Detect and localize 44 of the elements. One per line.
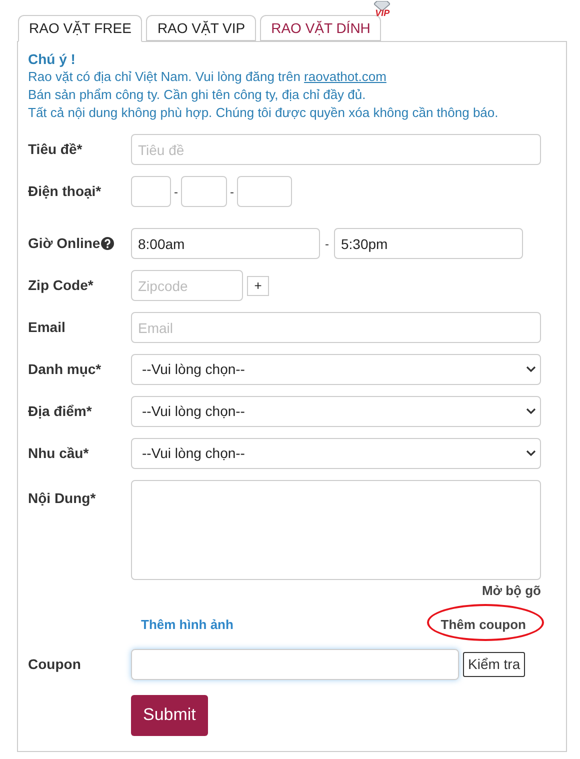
- website-link[interactable]: raovathot.com: [304, 69, 386, 84]
- field-label: Coupon: [28, 654, 81, 674]
- text-field[interactable]: Email: [131, 312, 541, 343]
- chevron-down-icon: [526, 366, 536, 373]
- field-label: Điện thoại*: [28, 182, 102, 201]
- phone-field[interactable]: [181, 176, 227, 207]
- notice-title: Chú ý !: [28, 50, 76, 68]
- notice-text: Tất cả nội dung không phù hợp. Chúng tôi được quyền xóa không cần thông báo.: [28, 104, 500, 122]
- separator: -: [324, 236, 330, 252]
- field-label: Địa điểm*: [28, 402, 92, 421]
- field-label: Tiêu đề*: [28, 140, 82, 159]
- select-dropdown[interactable]: --Vui lòng chọn--: [131, 354, 541, 385]
- check-button[interactable]: Kiểm tra: [463, 652, 526, 676]
- notice-text: Bán sản phẩm công ty. Cần ghi tên công ty, địa chỉ đầy đủ.: [28, 86, 367, 104]
- phone-field[interactable]: [131, 176, 171, 207]
- field-label: Nội Dung*: [28, 489, 96, 508]
- field-label: Email: [28, 318, 66, 337]
- zipcode-field[interactable]: Zipcode: [131, 270, 243, 301]
- separator: -: [173, 184, 179, 200]
- coupon-field[interactable]: [131, 648, 459, 680]
- chevron-down-icon: [526, 408, 536, 415]
- field-label: Zip Code*: [28, 276, 94, 295]
- separator: -: [229, 184, 235, 200]
- time-field[interactable]: 8:00am: [131, 228, 320, 259]
- text-field[interactable]: Tiêu đề: [131, 134, 541, 165]
- tab[interactable]: RAO VẶT VIP: [146, 15, 256, 41]
- field-label: Giờ Online: [28, 234, 100, 253]
- add-images-link[interactable]: Thêm hình ảnh: [141, 614, 234, 634]
- add-button[interactable]: +: [247, 276, 269, 296]
- tab[interactable]: RAO VẶT DÍNH: [260, 15, 382, 41]
- content-textarea[interactable]: [131, 480, 541, 580]
- chevron-down-icon: [526, 450, 536, 457]
- help-icon[interactable]: [101, 237, 114, 250]
- select-dropdown[interactable]: --Vui lòng chọn--: [131, 438, 541, 469]
- time-field[interactable]: 5:30pm: [334, 228, 523, 259]
- phone-field[interactable]: [237, 176, 292, 207]
- tab[interactable]: RAO VẶT FREE: [18, 15, 142, 42]
- notice-text: Rao vặt có địa chỉ Việt Nam. Vui lòng đăng trên raovathot.com: [28, 68, 388, 86]
- submit-button[interactable]: Submit: [131, 694, 208, 736]
- keyboard-link[interactable]: Mở bộ gõ: [482, 581, 541, 600]
- add-coupon-link[interactable]: Thêm coupon: [440, 616, 526, 632]
- field-label: Nhu cầu*: [28, 444, 89, 463]
- field-label: Danh mục*: [28, 360, 102, 379]
- select-dropdown[interactable]: --Vui lòng chọn--: [131, 396, 541, 427]
